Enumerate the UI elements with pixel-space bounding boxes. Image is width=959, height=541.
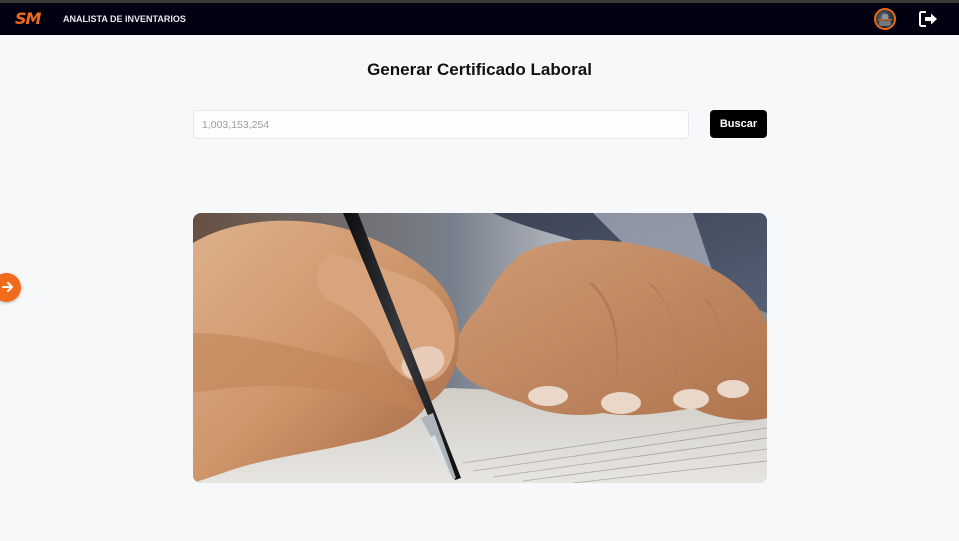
sidebar-toggle-button[interactable]	[0, 273, 21, 302]
arrow-right-icon	[2, 282, 13, 292]
logout-icon[interactable]	[919, 11, 939, 27]
page-title: Generar Certificado Laboral	[367, 60, 592, 79]
user-role-label: ANALISTA DE INVENTARIOS	[63, 14, 186, 24]
user-avatar-icon[interactable]	[874, 8, 896, 30]
brand-logo[interactable]: SM	[15, 9, 41, 28]
top-navbar: SM ANALISTA DE INVENTARIOS	[0, 3, 959, 35]
document-search-input[interactable]	[193, 110, 689, 139]
search-button[interactable]: Buscar	[710, 110, 767, 138]
hero-image-signing-document	[193, 213, 767, 483]
